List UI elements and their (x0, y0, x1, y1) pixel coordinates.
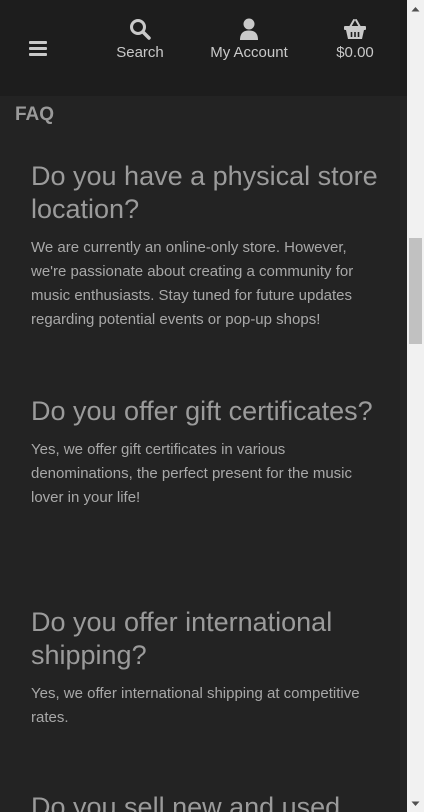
scrollbar-thumb[interactable] (409, 238, 422, 344)
faq-item: Do you sell new and used (31, 791, 340, 812)
faq-answer: Yes, we offer international shipping at … (31, 685, 360, 726)
scroll-up-arrow-icon[interactable] (407, 0, 424, 17)
scroll-down-arrow-icon[interactable] (407, 795, 424, 812)
user-icon (239, 16, 259, 40)
faq-question: Do you offer gift certificates? (31, 396, 373, 426)
search-icon (129, 16, 151, 40)
hamburger-menu-icon (29, 40, 47, 60)
page: Search My Account $0.00 FAQ Do you have … (0, 0, 407, 812)
cart-total: $0.00 (336, 44, 374, 61)
faq-item: Do you have a physical store location? W… (31, 160, 381, 332)
site-header: Search My Account $0.00 (0, 0, 407, 96)
faq-answer: Yes, we offer gift certificates in vario… (31, 441, 353, 506)
faq-item: Do you offer gift certificates? Yes, we … (31, 395, 381, 510)
basket-icon (343, 16, 367, 40)
faq-answer: We are currently an online-only store. H… (31, 239, 354, 328)
menu-button[interactable] (26, 38, 50, 62)
cart-nav-button[interactable]: $0.00 (330, 16, 380, 61)
faq-item: Do you offer international shipping? Yes… (31, 606, 381, 730)
account-nav-button[interactable]: My Account (200, 16, 298, 61)
page-scrollbar[interactable] (407, 0, 424, 812)
faq-question: Do you sell new and used (31, 792, 341, 812)
faq-question: Do you have a physical store location? (31, 161, 378, 224)
faq-question: Do you offer international shipping? (31, 607, 333, 670)
page-title: FAQ (15, 104, 55, 125)
search-label: Search (116, 44, 164, 61)
account-label: My Account (210, 44, 288, 61)
search-nav-button[interactable]: Search (112, 16, 168, 61)
